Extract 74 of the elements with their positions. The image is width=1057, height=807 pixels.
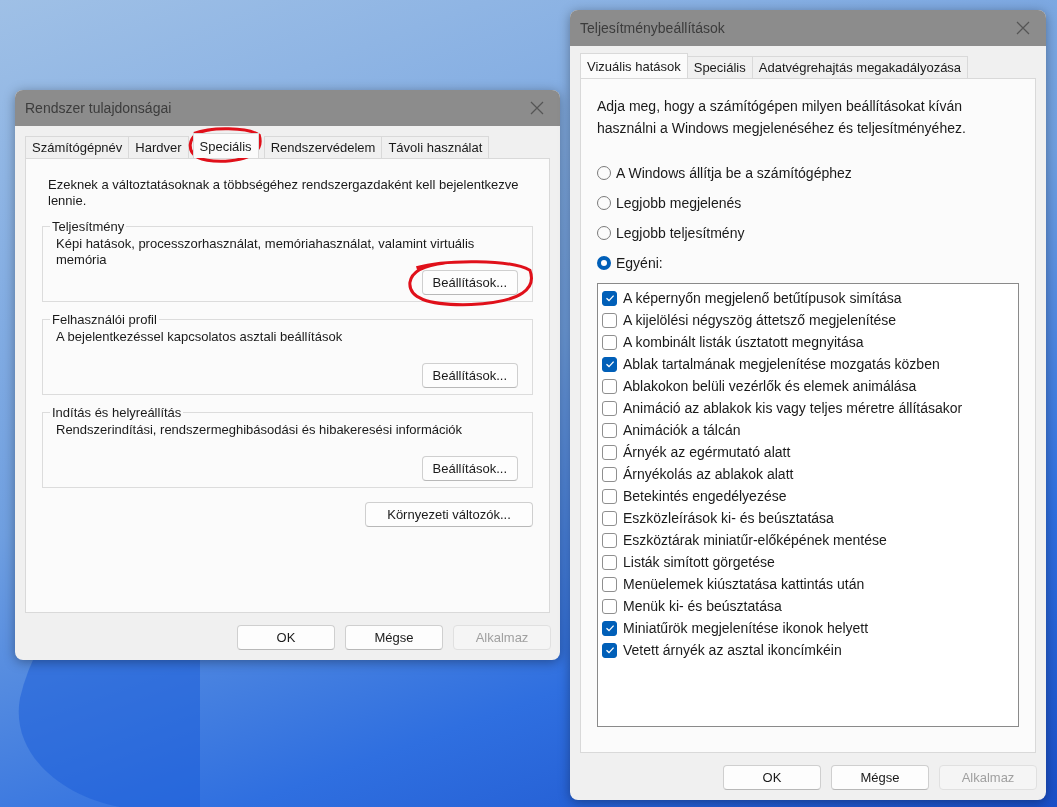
checkbox[interactable] bbox=[602, 400, 617, 416]
checkbox-label: Eszközleírások ki- és beúsztatása bbox=[623, 510, 834, 526]
checkbox[interactable] bbox=[602, 290, 617, 306]
tab[interactable]: Hardver bbox=[128, 136, 189, 158]
settings-button[interactable]: Beállítások... bbox=[421, 363, 518, 388]
radio-label: Egyéni: bbox=[616, 255, 663, 271]
checkbox[interactable] bbox=[602, 356, 617, 372]
checkbox-label: A képernyőn megjelenő betűtípusok simítása bbox=[623, 290, 902, 306]
radio-button[interactable] bbox=[597, 196, 611, 210]
tab[interactable]: Számítógépnév bbox=[25, 136, 130, 158]
radio-button[interactable] bbox=[597, 256, 611, 270]
radio-option[interactable]: Legjobb megjelenés bbox=[597, 188, 1019, 218]
radio-button[interactable] bbox=[597, 166, 611, 180]
tab[interactable]: Távoli használat bbox=[381, 136, 490, 158]
dialog-button[interactable]: Mégse bbox=[345, 625, 443, 650]
checkbox[interactable] bbox=[602, 334, 617, 350]
checkbox[interactable] bbox=[602, 510, 617, 526]
window-title: Rendszer tulajdonságai bbox=[25, 100, 172, 116]
checkbox[interactable] bbox=[602, 444, 617, 460]
dialog-button[interactable]: OK bbox=[723, 765, 821, 790]
checkbox[interactable] bbox=[602, 576, 617, 592]
checkbox-label: Árnyékolás az ablakok alatt bbox=[623, 466, 794, 482]
tab[interactable]: Vizuális hatások bbox=[580, 53, 688, 78]
tab[interactable]: Adatvégrehajtás megakadályozása bbox=[751, 56, 969, 78]
environment-variables-button[interactable]: Környezeti változók... bbox=[365, 502, 533, 527]
checkbox-label: Miniatűrök megjelenítése ikonok helyett bbox=[623, 620, 869, 636]
checkbox-label: Árnyék az egérmutató alatt bbox=[623, 444, 791, 460]
tab[interactable]: Rendszervédelem bbox=[263, 136, 383, 158]
radio-label: Legjobb megjelenés bbox=[616, 195, 742, 211]
checkbox[interactable] bbox=[602, 620, 617, 636]
checkbox-label: A kombinált listák úsztatott megnyitása bbox=[623, 334, 864, 350]
close-icon[interactable] bbox=[530, 101, 544, 115]
checkbox-label: Menük ki- és beúsztatása bbox=[623, 598, 782, 614]
checkbox-label: Eszköztárak miniatűr-előképének mentése bbox=[623, 532, 887, 548]
description-text: Adja meg, hogy a számítógépen milyen beállításokat kíván használni a Windows megjelenéséhez és teljesítményéhez. bbox=[597, 97, 967, 138]
radio-label: Legjobb teljesítmény bbox=[616, 225, 745, 241]
checkbox-label: Vetett árnyék az asztal ikoncímkéin bbox=[623, 642, 842, 658]
radio-option[interactable]: Egyéni: bbox=[597, 248, 1019, 278]
tab[interactable]: Speciális bbox=[686, 56, 753, 78]
radio-label: A Windows állítja be a számítógéphez bbox=[616, 165, 852, 181]
checkbox-label: Listák simított görgetése bbox=[623, 554, 775, 570]
checkbox[interactable] bbox=[602, 312, 617, 328]
settings-button[interactable]: Beállítások... bbox=[421, 270, 518, 295]
group-description: A bejelentkezéssel kapcsolatos asztali beállítások bbox=[56, 329, 344, 346]
checkbox[interactable] bbox=[602, 466, 617, 482]
close-icon[interactable] bbox=[1016, 21, 1030, 35]
checkbox[interactable] bbox=[602, 598, 617, 614]
dialog-button[interactable]: Mégse bbox=[831, 765, 929, 790]
checkbox[interactable] bbox=[602, 532, 617, 548]
intro-text: Ezeknek a változtatásoknak a többségéhez rendszergazdaként kell bejelentkezve lennie. bbox=[47, 177, 520, 209]
checkbox[interactable] bbox=[602, 642, 617, 658]
window-title: Teljesítménybeállítások bbox=[580, 20, 725, 36]
checkbox[interactable] bbox=[602, 554, 617, 570]
checkbox-label: Betekintés engedélyezése bbox=[623, 488, 787, 504]
checkbox[interactable] bbox=[602, 422, 617, 438]
checkbox-label: A kijelölési négyszög áttetsző megjelenítése bbox=[623, 312, 897, 328]
checkbox-label: Menüelemek kiúsztatása kattintás után bbox=[623, 576, 865, 592]
dialog-button[interactable]: OK bbox=[237, 625, 335, 650]
checkbox-label: Ablakokon belüli vezérlők és elemek animálása bbox=[623, 378, 917, 394]
tab[interactable]: Speciális bbox=[192, 133, 259, 158]
group-title: Indítás és helyreállítás bbox=[51, 405, 183, 420]
group-description: Rendszerindítási, rendszermeghibásodási és hibakeresési információk bbox=[56, 422, 464, 439]
group-title: Teljesítmény bbox=[51, 219, 126, 234]
checkbox-label: Animáció az ablakok kis vagy teljes méretre állításakor bbox=[623, 400, 963, 416]
checkbox[interactable] bbox=[602, 378, 617, 394]
settings-button[interactable]: Beállítások... bbox=[421, 456, 518, 481]
checkbox[interactable] bbox=[602, 488, 617, 504]
radio-button[interactable] bbox=[597, 226, 611, 240]
checkbox-label: Ablak tartalmának megjelenítése mozgatás közben bbox=[623, 356, 940, 372]
group-title: Felhasználói profil bbox=[51, 312, 158, 327]
radio-option[interactable]: Legjobb teljesítmény bbox=[597, 218, 1019, 248]
checkbox-label: Animációk a tálcán bbox=[623, 422, 741, 438]
radio-option[interactable]: A Windows állítja be a számítógéphez bbox=[597, 158, 1019, 188]
group-description: Képi hatások, processzorhasználat, memóriahasználat, valamint virtuális memória bbox=[56, 236, 476, 269]
